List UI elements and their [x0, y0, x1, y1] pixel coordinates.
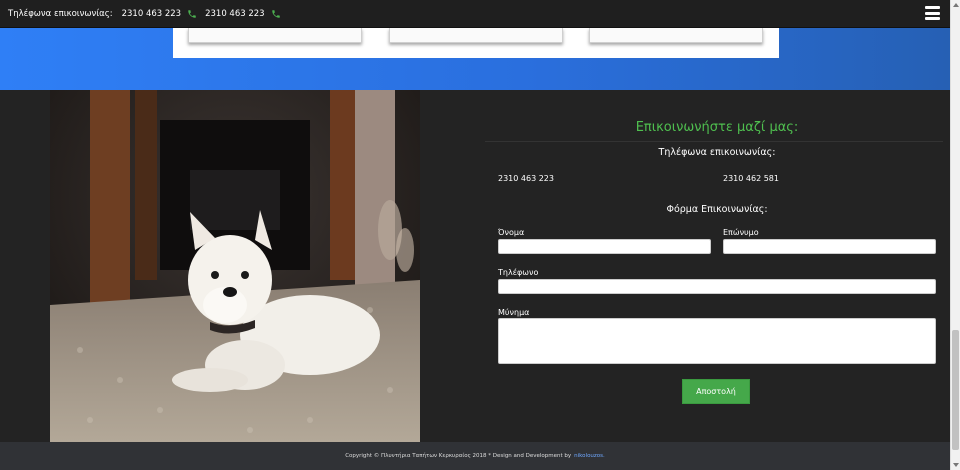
developer-link[interactable]: nikolouzos. — [574, 453, 605, 459]
services-panel — [173, 28, 779, 58]
submit-button[interactable]: Αποστολή — [682, 379, 750, 404]
service-card[interactable] — [589, 28, 763, 43]
last-name-label: Επώνυμο — [723, 228, 759, 237]
message-label: Μύνημα — [498, 308, 530, 317]
copyright-text: Copyright © Πλυντήρια Ταπήτων Κερκυραίος… — [345, 453, 572, 459]
service-card[interactable] — [188, 28, 362, 43]
hamburger-line — [925, 6, 940, 9]
page-scrollbar[interactable] — [950, 0, 960, 470]
phones-heading: Τηλέφωνα επικοινωνίας: — [658, 147, 776, 158]
footer: Copyright © Πλυντήρια Ταπήτων Κερκυραίος… — [0, 442, 950, 470]
hamburger-line — [925, 17, 940, 20]
form-heading: Φόρμα Επικοινωνίας: — [666, 204, 768, 215]
first-name-label: Όνομα — [498, 228, 525, 237]
last-name-field[interactable] — [723, 239, 936, 254]
topbar-phone-2[interactable]: 2310 463 223 — [205, 9, 264, 19]
scroll-down-icon[interactable] — [953, 463, 959, 467]
phone-icon[interactable] — [187, 9, 197, 19]
first-name-field[interactable] — [498, 239, 711, 254]
contact-phone-1[interactable]: 2310 463 223 — [498, 174, 554, 183]
contact-phone-2[interactable]: 2310 462 581 — [723, 174, 779, 183]
phone-field[interactable] — [498, 279, 936, 294]
phone-label: Τηλέφωνο — [498, 268, 539, 277]
hamburger-line — [925, 11, 940, 15]
top-bar: Τηλέφωνα επικοινωνίας: 2310 463 223 2310… — [0, 0, 950, 28]
contact-section: Επικοινωνήστε μαζί μας: Τηλέφωνα επικοιν… — [0, 90, 950, 442]
topbar-phone-1[interactable]: 2310 463 223 — [122, 9, 181, 19]
hamburger-menu-icon[interactable] — [925, 6, 940, 20]
scroll-up-icon[interactable] — [953, 3, 959, 7]
phone-icon[interactable] — [271, 9, 281, 19]
blue-banner — [0, 28, 950, 90]
scrollbar-thumb[interactable] — [952, 330, 959, 450]
divider — [485, 141, 943, 142]
service-card[interactable] — [389, 28, 563, 43]
contact-title: Επικοινωνήστε μαζί μας: — [635, 120, 799, 135]
dog-on-carpet-photo — [50, 90, 420, 442]
topbar-contact-label: Τηλέφωνα επικοινωνίας: — [8, 8, 113, 19]
message-textarea[interactable] — [498, 318, 936, 364]
